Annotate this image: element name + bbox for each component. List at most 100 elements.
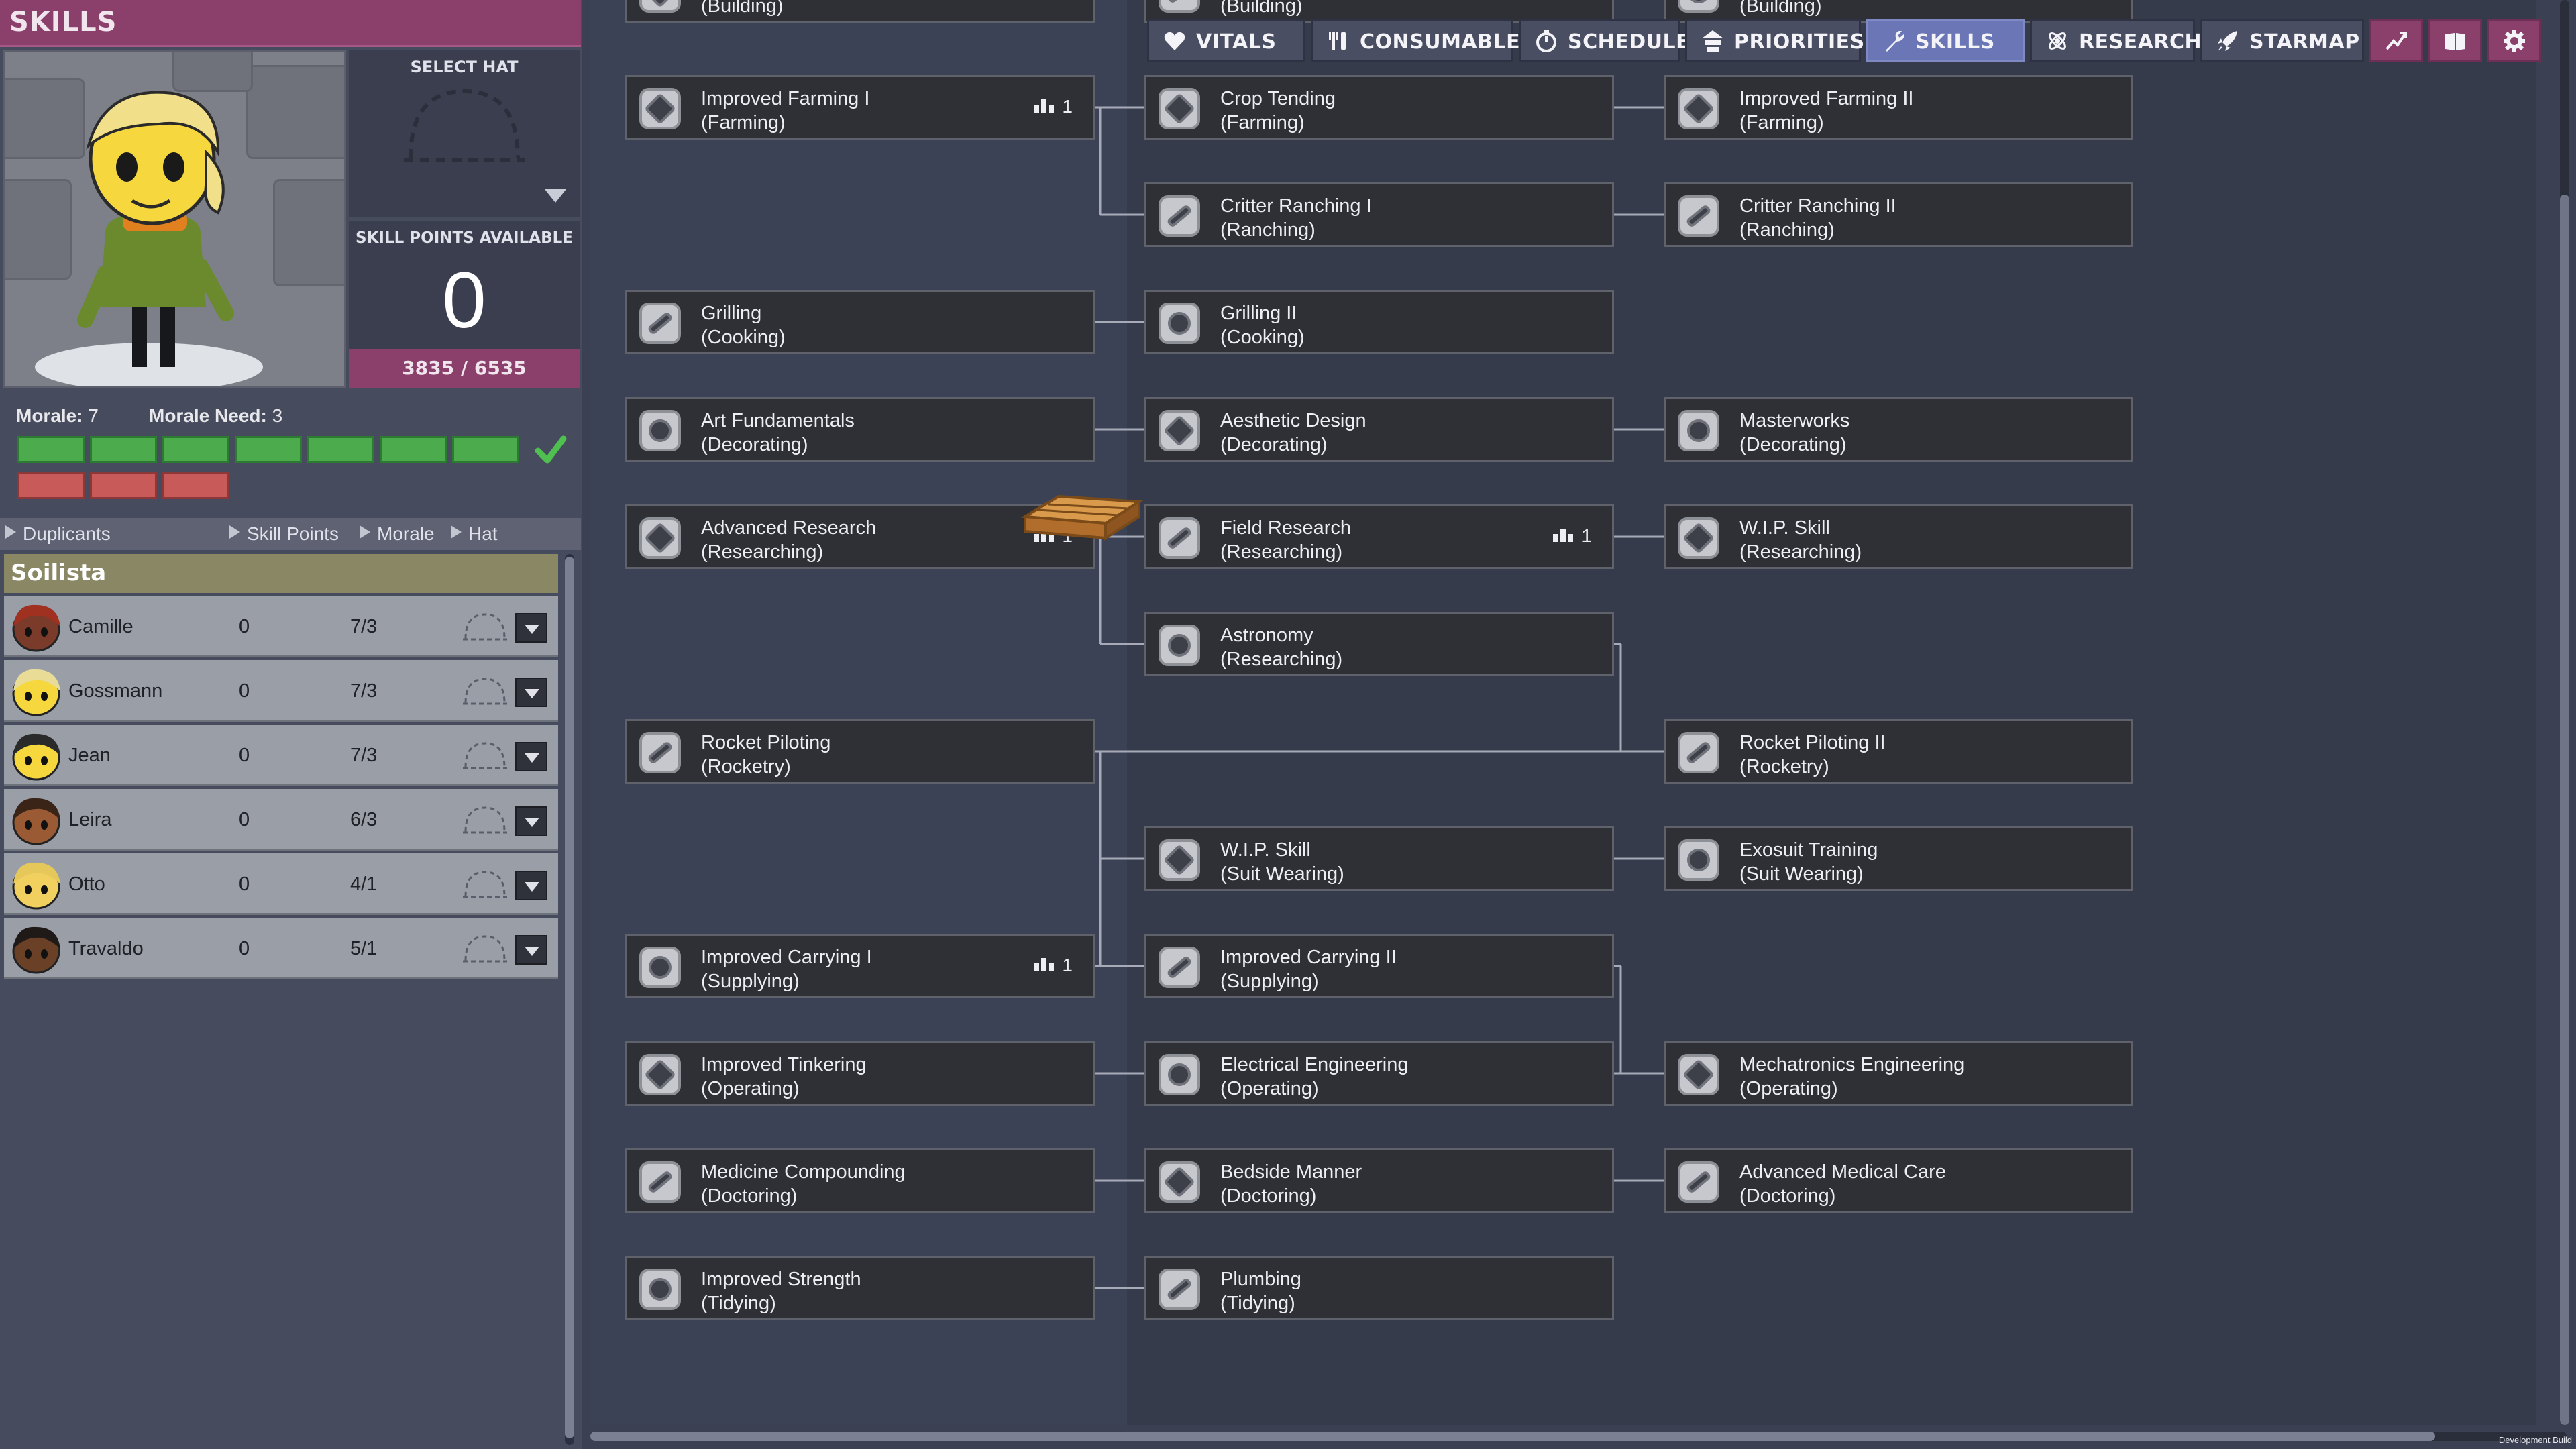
skill-card[interactable]: W.I.P. Skill (Suit Wearing)	[1144, 826, 1614, 891]
nav-label: PRIORITIES	[1734, 30, 1865, 54]
select-hat-panel[interactable]: SELECT HAT	[349, 50, 580, 217]
skill-badge-icon	[1678, 410, 1719, 451]
skill-card[interactable]: Astronomy (Researching)	[1144, 612, 1614, 676]
skill-badge-icon	[639, 88, 681, 129]
skill-badge-icon	[1678, 88, 1719, 129]
sort-hat-button[interactable]: Hat	[451, 523, 498, 545]
skill-name: Exosuit Training	[1739, 839, 1878, 861]
nav-label: RESEARCH	[2079, 30, 2202, 54]
nav-priorities-button[interactable]: PRIORITIES	[1685, 19, 1864, 62]
skill-badge-icon	[1159, 303, 1200, 344]
skill-group: (Building)	[701, 0, 784, 17]
skill-card[interactable]: Critter Ranching I (Ranching)	[1144, 182, 1614, 247]
skills-title-bar: SKILLS	[0, 0, 581, 47]
skill-group: (Operating)	[701, 1078, 800, 1099]
skill-group: (Researching)	[1220, 649, 1343, 670]
duplicant-avatar-icon	[12, 798, 60, 845]
skill-card[interactable]: W.I.P. Skill (Researching)	[1664, 504, 2133, 569]
skill-badge-icon	[1159, 839, 1200, 881]
heart-icon	[1164, 32, 1185, 50]
morale-segment	[380, 436, 447, 463]
skill-card[interactable]: Grilling II (Cooking)	[1144, 290, 1614, 354]
horizontal-scroll-thumb[interactable]	[590, 1432, 2435, 1441]
duplicant-name: Otto	[68, 873, 105, 895]
duplicant-row[interactable]: Gossmann 0 7/3	[4, 660, 558, 722]
skill-card[interactable]: (Building) 2	[625, 0, 1095, 23]
skill-card[interactable]: Masterworks (Decorating)	[1664, 397, 2133, 462]
experience-bar: 3835 / 6535	[349, 349, 580, 388]
skill-card[interactable]: Improved Carrying I (Supplying) 1	[625, 934, 1095, 998]
skill-card[interactable]: Improved Tinkering (Operating)	[625, 1041, 1095, 1106]
hat-dropdown-button[interactable]	[515, 935, 547, 965]
skill-badge-icon	[1159, 88, 1200, 129]
skill-card[interactable]: Exosuit Training (Suit Wearing)	[1664, 826, 2133, 891]
codex-book-button[interactable]	[2428, 19, 2482, 62]
hat-dropdown-arrow-icon[interactable]	[545, 189, 566, 203]
skill-card[interactable]: Mechatronics Engineering (Operating)	[1664, 1041, 2133, 1106]
skill-card[interactable]: Rocket Piloting (Rocketry)	[625, 719, 1095, 784]
skill-badge-icon	[1159, 0, 1200, 13]
nav-label: STARMAP	[2249, 30, 2360, 54]
hat-dropdown-button[interactable]	[515, 806, 547, 836]
settings-gear-button[interactable]	[2487, 19, 2541, 62]
skill-name: Grilling II	[1220, 303, 1297, 324]
duplicant-row[interactable]: Travaldo 0 5/1	[4, 918, 558, 979]
skill-card[interactable]: Grilling (Cooking)	[625, 290, 1095, 354]
skill-card[interactable]: Medicine Compounding (Doctoring)	[625, 1148, 1095, 1213]
skill-name: Bedside Manner	[1220, 1161, 1362, 1183]
duplicant-row[interactable]: Camille 0 7/3	[4, 596, 558, 657]
skill-name: Masterworks	[1739, 410, 1850, 431]
skills-side-panel: SKILLS SELECT HAT SKILL POINTS AVAILABLE…	[0, 0, 582, 1449]
skill-card[interactable]: Electrical Engineering (Operating)	[1144, 1041, 1614, 1106]
skill-group: (Supplying)	[1220, 971, 1319, 992]
morale-need-segment	[17, 472, 85, 499]
skill-card[interactable]: Critter Ranching II (Ranching)	[1664, 182, 2133, 247]
nav-consumables-button[interactable]: CONSUMABLES	[1311, 19, 1535, 62]
duplicant-row[interactable]: Leira 0 6/3	[4, 789, 558, 851]
nav-label: SCHEDULE	[1568, 30, 1690, 54]
nav-research-button[interactable]: RESEARCH	[2030, 19, 2202, 62]
skill-card[interactable]: Art Fundamentals (Decorating)	[625, 397, 1095, 462]
nav-schedule-button[interactable]: SCHEDULE	[1519, 19, 1690, 62]
duplicant-skill-points: 0	[239, 938, 250, 959]
skill-group: (Tidying)	[1220, 1293, 1295, 1314]
nav-skills-button[interactable]: SKILLS	[1866, 19, 2025, 62]
hat-dropdown-button[interactable]	[515, 613, 547, 643]
colony-name: Soilista	[11, 559, 107, 586]
skill-card[interactable]: Crop Tending (Farming)	[1144, 75, 1614, 140]
skill-card[interactable]: Advanced Medical Care (Doctoring)	[1664, 1148, 2133, 1213]
skill-card[interactable]: Rocket Piloting II (Rocketry)	[1664, 719, 2133, 784]
vertical-scroll-thumb[interactable]	[2560, 195, 2569, 1425]
report-graph-button[interactable]	[2369, 19, 2423, 62]
skill-card[interactable]: Plumbing (Tidying)	[1144, 1256, 1614, 1320]
duplicant-list-scroll-thumb[interactable]	[565, 557, 574, 1438]
nav-starmap-button[interactable]: STARMAP	[2200, 19, 2364, 62]
sort-morale-button[interactable]: Morale	[360, 523, 435, 545]
duplicant-row[interactable]: Jean 0 7/3	[4, 724, 558, 786]
hat-dropdown-button[interactable]	[515, 742, 547, 771]
skill-card[interactable]: Field Research (Researching) 1	[1144, 504, 1614, 569]
nav-vitals-button[interactable]: VITALS	[1147, 19, 1305, 62]
duplicant-skill-points: 0	[239, 873, 250, 895]
skill-badge-icon	[639, 1054, 681, 1095]
skill-group: (Doctoring)	[1739, 1185, 1836, 1207]
empty-hat-icon	[463, 742, 507, 769]
skill-card[interactable]: Aesthetic Design (Decorating)	[1144, 397, 1614, 462]
skill-group: (Farming)	[1739, 112, 1824, 133]
skill-card[interactable]: Improved Farming I (Farming) 1	[625, 75, 1095, 140]
sort-duplicants-button[interactable]: Duplicants	[5, 523, 111, 545]
hat-dropdown-button[interactable]	[515, 871, 547, 900]
skill-card[interactable]: Improved Farming II (Farming)	[1664, 75, 2133, 140]
skill-card[interactable]: Improved Carrying II (Supplying)	[1144, 934, 1614, 998]
skill-group: (Researching)	[701, 541, 824, 563]
skill-mastery-count: 1	[1034, 955, 1073, 976]
experience-value: 3835 / 6535	[402, 357, 527, 379]
hat-dropdown-button[interactable]	[515, 678, 547, 707]
duplicant-name: Camille	[68, 616, 133, 637]
skill-name: Improved Carrying I	[701, 947, 872, 968]
sort-skill-points-button[interactable]: Skill Points	[229, 523, 339, 545]
duplicant-row[interactable]: Otto 0 4/1	[4, 853, 558, 915]
skill-card[interactable]: Bedside Manner (Doctoring)	[1144, 1148, 1614, 1213]
empty-hat-icon	[463, 678, 507, 705]
skill-card[interactable]: Improved Strength (Tidying)	[625, 1256, 1095, 1320]
